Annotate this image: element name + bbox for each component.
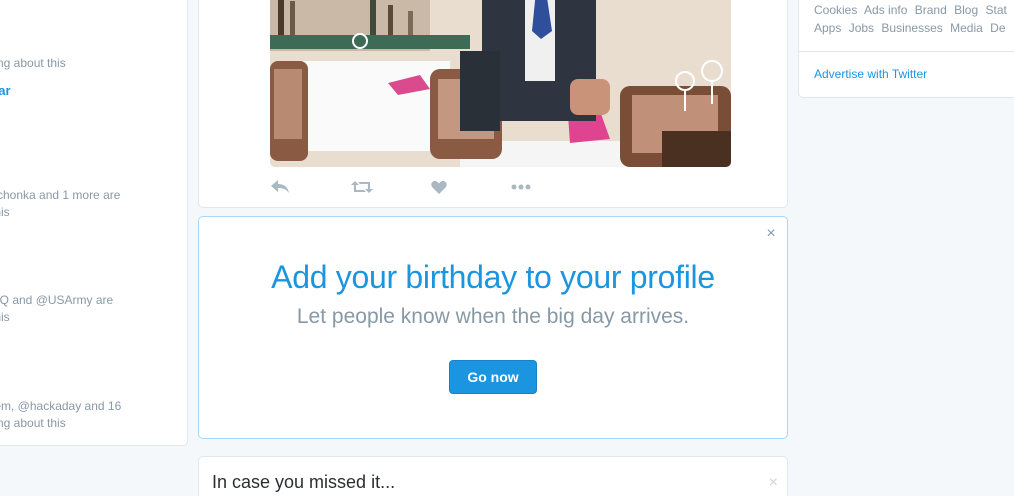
like-button[interactable] [431, 177, 511, 197]
trend-item[interactable]: ear [0, 82, 171, 99]
missed-it-module: In case you missed it... × [198, 456, 788, 496]
footer-link-developers[interactable]: De [990, 21, 1005, 35]
close-icon[interactable]: × [769, 474, 778, 492]
trend-item[interactable]: v [0, 274, 171, 291]
missed-it-title: In case you missed it... [212, 472, 396, 492]
more-button[interactable] [511, 177, 591, 197]
heart-icon [431, 180, 447, 194]
close-icon[interactable]: × [764, 226, 778, 242]
footer-link-status[interactable]: Stat [985, 3, 1006, 17]
footer-panel: Cookies Ads info Brand Blog Stat Apps Jo… [798, 0, 1014, 98]
trend-item[interactable]: this [0, 309, 171, 326]
trend-name[interactable]: v [0, 274, 171, 291]
trend-item[interactable]: s [0, 336, 171, 353]
trends-panel: ting about this ear schonka and 1 more a… [0, 0, 188, 446]
birthday-title: Add your birthday to your profile [271, 259, 715, 295]
footer-link-brand[interactable]: Brand [915, 3, 947, 17]
retweet-icon [351, 181, 373, 193]
footer-row: Cookies Ads info Brand Blog Stat [814, 1, 1014, 19]
more-icon [511, 184, 531, 190]
trend-name[interactable]: s [0, 336, 171, 353]
trend-name[interactable]: ear [0, 82, 171, 99]
trend-meta: tem, @hackaday and 16 [0, 399, 122, 413]
restaurant-photo [270, 0, 731, 167]
footer-link-jobs[interactable]: Jobs [849, 21, 874, 35]
trend-item[interactable]: this [0, 204, 171, 221]
footer-links: Cookies Ads info Brand Blog Stat Apps Jo… [814, 1, 1014, 37]
trend-meta: this [0, 310, 10, 324]
trend-meta: ting about this [0, 416, 66, 430]
trend-item[interactable]: HQ and @USArmy are [0, 292, 171, 309]
footer-link-blog[interactable]: Blog [954, 3, 978, 17]
tweet-photo[interactable] [270, 0, 731, 167]
footer-link-businesses[interactable]: Businesses [881, 21, 942, 35]
footer-link-apps[interactable]: Apps [814, 21, 841, 35]
trend-item[interactable]: tem, @hackaday and 16 [0, 398, 171, 415]
reply-icon [271, 180, 289, 193]
go-now-button[interactable]: Go now [449, 360, 537, 394]
reply-button[interactable] [271, 177, 351, 197]
footer-row: Apps Jobs Businesses Media De [814, 19, 1014, 37]
footer-link-ads-info[interactable]: Ads info [864, 3, 907, 17]
footer-link-media[interactable]: Media [950, 21, 983, 35]
advertise-link[interactable]: Advertise with Twitter [814, 67, 927, 81]
divider [799, 51, 1014, 52]
trend-meta: this [0, 205, 10, 219]
tweet-actions [271, 177, 591, 197]
trend-meta: HQ and @USArmy are [0, 293, 114, 307]
footer-link-cookies[interactable]: Cookies [814, 3, 857, 17]
trend-item[interactable]: ting about this [0, 55, 171, 72]
trend-meta: schonka and 1 more are [0, 188, 121, 202]
birthday-subtitle: Let people know when the big day arrives… [296, 305, 690, 328]
birthday-prompt: × Add your birthday to your profile Let … [198, 216, 788, 439]
retweet-button[interactable] [351, 177, 431, 197]
tweet-card [198, 0, 788, 208]
trend-item[interactable]: schonka and 1 more are [0, 187, 171, 204]
trend-item[interactable]: ting about this [0, 415, 171, 432]
trend-meta: ting about this [0, 56, 66, 70]
